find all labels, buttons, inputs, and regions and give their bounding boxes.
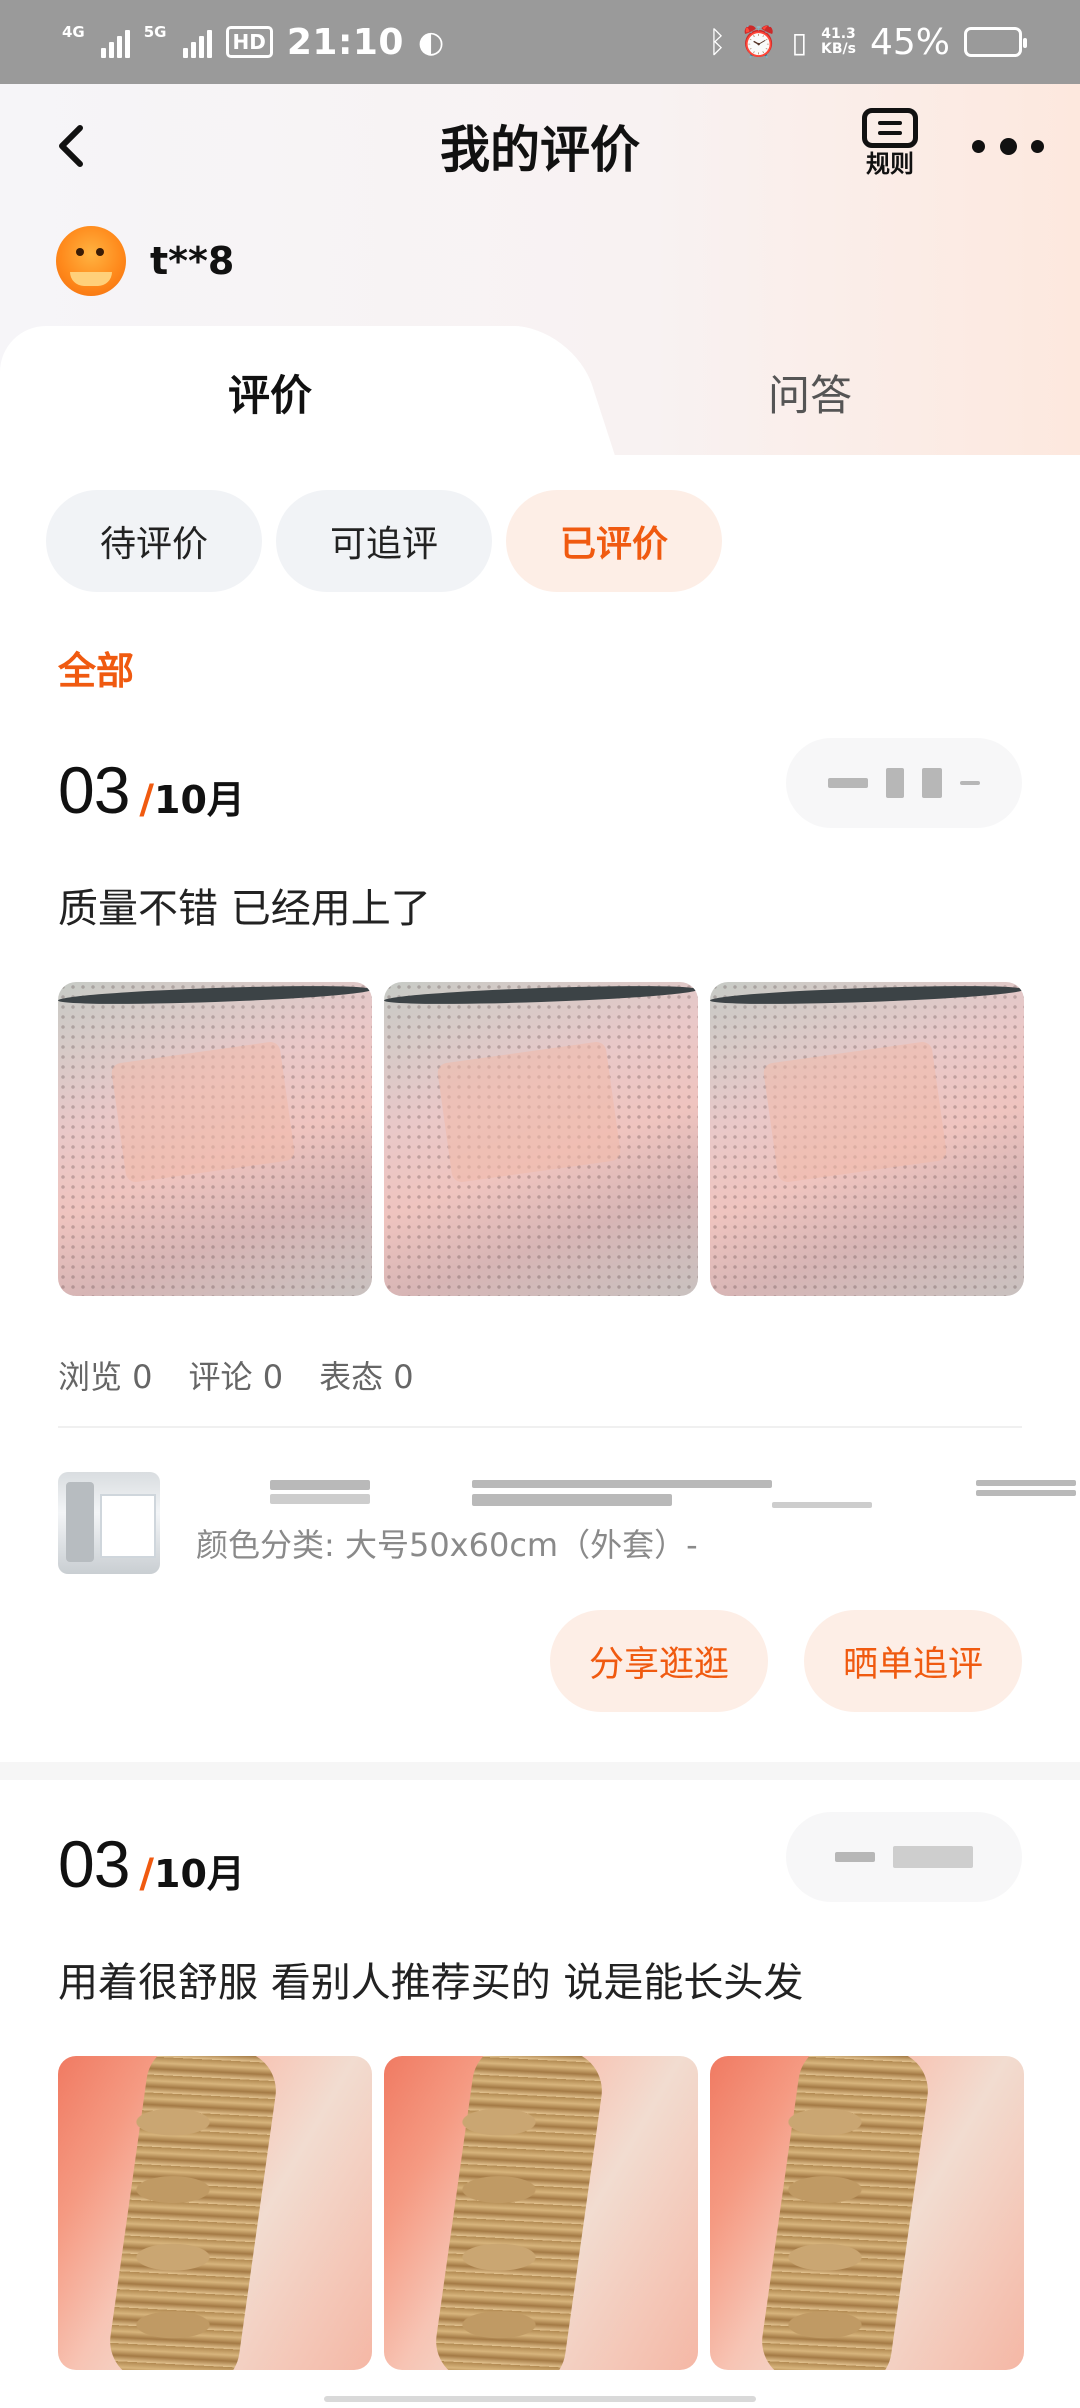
filter-pending[interactable]: 待评价 xyxy=(46,490,262,592)
avatar[interactable] xyxy=(56,226,126,296)
clock: 21:10 xyxy=(286,21,404,63)
battery-percent: 45% xyxy=(869,21,950,63)
battery-icon xyxy=(964,27,1027,57)
filter-chips: 待评价 可追评 已评价 xyxy=(46,490,722,592)
product-row[interactable]: 颜色分类: 大号50x60cm（外套）- xyxy=(58,1472,1076,1576)
username: t**8 xyxy=(150,239,235,283)
review-photo[interactable] xyxy=(384,982,698,1296)
product-title-redacted xyxy=(210,1480,1076,1508)
tab-reviews[interactable]: 评价 xyxy=(228,362,312,423)
signal-label-5g: 5G xyxy=(143,23,167,41)
redacted-block xyxy=(960,781,980,785)
product-thumbnail[interactable] xyxy=(58,1472,160,1574)
review-photo[interactable] xyxy=(58,2056,372,2370)
share-browse-button[interactable]: 分享逛逛 xyxy=(550,1610,768,1712)
signal-icon-2 xyxy=(182,26,212,58)
redacted-block xyxy=(886,768,904,798)
review-photo[interactable] xyxy=(710,2056,1024,2370)
redacted-block xyxy=(893,1846,973,1868)
stat-reactions: 表态 0 xyxy=(319,1358,414,1396)
date-slash: / xyxy=(139,777,155,823)
more-options-button[interactable] xyxy=(972,132,1044,160)
user-row: t**8 xyxy=(56,226,234,296)
more-dot-icon xyxy=(1031,139,1044,153)
vibrate-icon: ▯ xyxy=(791,25,808,59)
hd-icon: HD xyxy=(225,26,273,58)
rules-icon xyxy=(862,108,918,148)
review-photo[interactable] xyxy=(710,982,1024,1296)
stat-comments: 评论 0 xyxy=(188,1358,284,1396)
review-day: 03 xyxy=(58,1827,130,1901)
divider xyxy=(58,1426,1022,1428)
sub-filter-all[interactable]: 全部 xyxy=(58,640,134,695)
review-text: 质量不错 已经用上了 xyxy=(58,886,431,932)
review-actions: 分享逛逛 晒单追评 xyxy=(550,1610,1022,1712)
stat-views: 浏览 0 xyxy=(58,1358,153,1396)
review-photos xyxy=(58,2056,1024,2370)
filter-followup[interactable]: 可追评 xyxy=(276,490,492,592)
product-sku: 颜色分类: 大号50x60cm（外套）- xyxy=(196,1526,698,1564)
more-dot-icon xyxy=(999,137,1017,155)
review-photo[interactable] xyxy=(384,2056,698,2370)
redacted-block xyxy=(835,1852,875,1862)
review-text: 用着很舒服 看别人推荐买的 说是能长头发 xyxy=(58,1960,804,2006)
rules-label: 规则 xyxy=(866,150,914,178)
visibility-pill[interactable] xyxy=(786,1812,1022,1902)
review-day: 03 xyxy=(58,753,130,827)
date-slash: / xyxy=(139,1851,155,1897)
review-date: 03 / 10月 xyxy=(58,1826,245,1902)
nav-bar: 我的评价 规则 xyxy=(0,84,1080,208)
status-bar: 4G 5G HD 21:10 ◐ ᛒ ⏰ ▯ 41.3 KB/s 45% xyxy=(0,0,1080,84)
tab-bar: 评价 问答 xyxy=(0,326,1080,456)
visibility-pill[interactable] xyxy=(786,738,1022,828)
signal-label-4g: 4G xyxy=(62,23,85,41)
card-separator xyxy=(0,1762,1080,1780)
redacted-block xyxy=(922,768,942,798)
review-stats: 浏览 0 评论 0 表态 0 xyxy=(58,1352,414,1398)
review-date: 03 / 10月 xyxy=(58,752,245,828)
signal-icon xyxy=(100,26,130,58)
redacted-block xyxy=(828,778,868,788)
rules-button[interactable]: 规则 xyxy=(856,108,924,180)
more-dot-icon xyxy=(972,139,985,153)
tab-qa[interactable]: 问答 xyxy=(768,362,852,423)
alarm-icon: ⏰ xyxy=(740,24,778,60)
filter-reviewed[interactable]: 已评价 xyxy=(506,490,722,592)
net-speed: 41.3 KB/s xyxy=(821,26,856,57)
review-month: 10月 xyxy=(154,1852,245,1896)
review-month: 10月 xyxy=(154,778,245,822)
bluetooth-icon: ᛒ xyxy=(708,24,727,60)
follow-up-review-button[interactable]: 晒单追评 xyxy=(804,1610,1022,1712)
home-indicator[interactable] xyxy=(324,2396,756,2402)
location-icon: ◐ xyxy=(417,24,445,60)
review-photos xyxy=(58,982,1024,1296)
review-photo[interactable] xyxy=(58,982,372,1296)
